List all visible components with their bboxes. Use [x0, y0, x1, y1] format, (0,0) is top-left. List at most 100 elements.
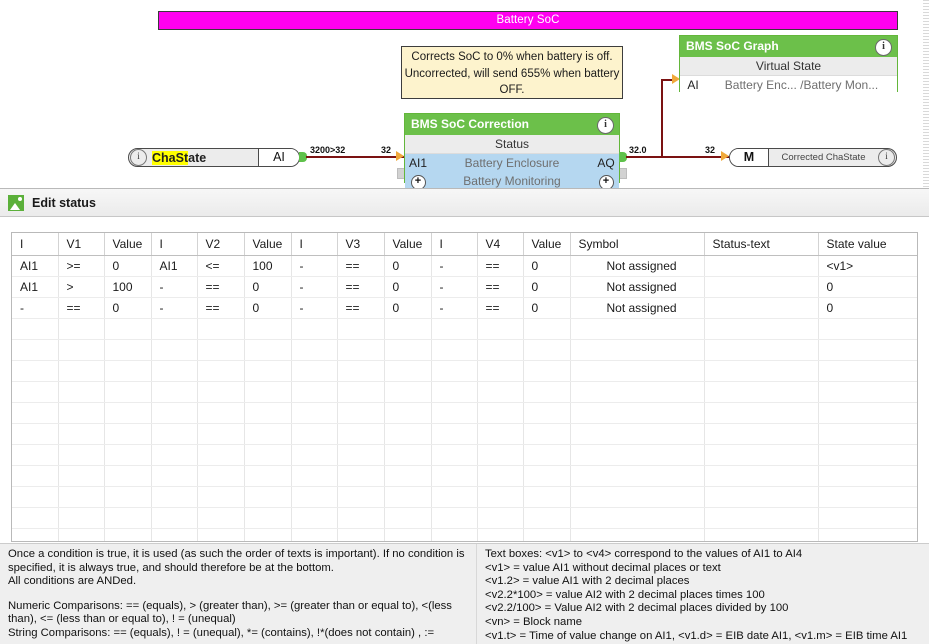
status-conditions-table[interactable]: I V1 Value I V2 Value I V3 Value I V4 Value Symbol St…	[11, 232, 918, 542]
table-cell-empty[interactable]	[58, 507, 105, 529]
table-cell-empty[interactable]	[477, 444, 524, 466]
object-corrected-chastate[interactable]: M Corrected ChaState i	[729, 148, 897, 167]
table-cell[interactable]: 0	[384, 255, 432, 277]
table-cell-empty[interactable]	[291, 339, 338, 361]
table-cell-empty[interactable]	[197, 339, 245, 361]
table-body[interactable]: AI1 >= 0 AI1 <= 100- == 0- == 0 Not assigned <v1> AI…	[12, 255, 917, 541]
table-header-cell[interactable]: Status-text	[704, 233, 819, 256]
table-cell-empty[interactable]	[523, 423, 571, 445]
info-icon[interactable]: i	[878, 149, 895, 166]
table-cell[interactable]: Not assigned	[570, 297, 705, 319]
table-cell-empty[interactable]	[197, 318, 245, 340]
table-cell-empty[interactable]	[12, 360, 59, 382]
table-cell-empty[interactable]	[151, 360, 198, 382]
table-cell-empty[interactable]	[12, 339, 59, 361]
table-cell-empty[interactable]	[151, 486, 198, 508]
block-bms-soc-graph[interactable]: BMS SoC Graph i Virtual State AI Battery…	[679, 35, 898, 94]
table-cell[interactable]: >	[58, 276, 105, 298]
table-cell[interactable]: 0	[384, 297, 432, 319]
table-cell[interactable]: ==	[337, 255, 385, 277]
table-cell-empty[interactable]	[704, 507, 819, 529]
table-cell[interactable]: ==	[477, 255, 524, 277]
table-cell-empty[interactable]	[477, 339, 524, 361]
table-cell-empty[interactable]	[104, 444, 152, 466]
table-cell-empty[interactable]	[151, 381, 198, 403]
table-cell-empty[interactable]	[570, 318, 705, 340]
table-cell-empty[interactable]	[337, 486, 385, 508]
table-cell[interactable]: AI1	[12, 255, 59, 277]
table-cell-empty[interactable]	[12, 318, 59, 340]
table-cell-empty[interactable]	[337, 318, 385, 340]
table-cell[interactable]: ==	[477, 297, 524, 319]
table-cell[interactable]: -	[431, 276, 478, 298]
table-cell-empty[interactable]	[244, 339, 292, 361]
table-cell[interactable]: <v1>	[818, 255, 917, 277]
table-cell[interactable]: AI1	[151, 255, 198, 277]
table-cell-empty[interactable]	[291, 528, 338, 541]
info-icon[interactable]: i	[597, 117, 614, 134]
table-cell-empty[interactable]	[431, 360, 478, 382]
table-cell-empty[interactable]	[151, 528, 198, 541]
table-cell[interactable]: 0	[818, 297, 917, 319]
table-cell-empty[interactable]	[477, 381, 524, 403]
info-icon[interactable]: i	[130, 149, 147, 166]
table-cell[interactable]: Not assigned	[570, 255, 705, 277]
table-cell[interactable]: 0	[104, 297, 152, 319]
table-header-cell[interactable]: Value	[384, 233, 432, 256]
table-row-empty[interactable]	[12, 528, 917, 541]
table-cell[interactable]: ==	[477, 276, 524, 298]
group-bar-battery-soc[interactable]: Battery SoC	[158, 11, 898, 30]
table-cell-empty[interactable]	[58, 528, 105, 541]
block-correction-output-pin[interactable]: AQ	[593, 156, 619, 170]
table-cell-empty[interactable]	[291, 507, 338, 529]
table-cell[interactable]: ==	[337, 276, 385, 298]
table-cell-empty[interactable]	[197, 507, 245, 529]
comment-note[interactable]: Corrects SoC to 0% when battery is off. …	[401, 46, 623, 99]
table-cell-empty[interactable]	[477, 360, 524, 382]
table-cell-empty[interactable]	[337, 465, 385, 487]
table-cell-empty[interactable]	[291, 423, 338, 445]
table-cell-empty[interactable]	[58, 318, 105, 340]
table-row[interactable]: - == 0- == 0- == 0- == 0 Not assigned 0	[12, 297, 917, 319]
table-row[interactable]: AI1 >100- == 0- == 0- == 0 Not assigned 0	[12, 276, 917, 298]
table-cell-empty[interactable]	[197, 465, 245, 487]
table-cell[interactable]: ==	[197, 297, 245, 319]
diagram-scrollbar[interactable]	[923, 0, 929, 188]
table-cell[interactable]	[704, 297, 819, 319]
table-cell-empty[interactable]	[291, 318, 338, 340]
table-cell-empty[interactable]	[477, 318, 524, 340]
table-cell-empty[interactable]	[570, 423, 705, 445]
table-cell-empty[interactable]	[818, 507, 917, 529]
table-cell-empty[interactable]	[431, 465, 478, 487]
table-cell[interactable]: -	[431, 297, 478, 319]
table-row[interactable]: AI1 >= 0 AI1 <= 100- == 0- == 0 Not assigned <v1>	[12, 255, 917, 277]
table-cell-empty[interactable]	[523, 360, 571, 382]
table-cell-empty[interactable]	[431, 444, 478, 466]
table-cell-empty[interactable]	[570, 381, 705, 403]
table-cell-empty[interactable]	[431, 507, 478, 529]
table-cell-empty[interactable]	[431, 486, 478, 508]
table-cell[interactable]: 0	[523, 297, 571, 319]
table-cell-empty[interactable]	[337, 381, 385, 403]
table-cell-empty[interactable]	[431, 402, 478, 424]
table-cell-empty[interactable]	[244, 528, 292, 541]
table-cell-empty[interactable]	[818, 318, 917, 340]
table-cell-empty[interactable]	[477, 507, 524, 529]
table-cell-empty[interactable]	[570, 528, 705, 541]
table-cell-empty[interactable]	[151, 465, 198, 487]
block-graph-input-pin[interactable]: AI	[680, 78, 706, 92]
table-cell-empty[interactable]	[431, 528, 478, 541]
table-cell[interactable]: ==	[58, 297, 105, 319]
table-cell-empty[interactable]	[58, 486, 105, 508]
table-cell[interactable]: 0	[523, 255, 571, 277]
table-header-cell[interactable]: V1	[58, 233, 105, 256]
table-cell-empty[interactable]	[58, 381, 105, 403]
table-cell-empty[interactable]	[477, 402, 524, 424]
table-cell-empty[interactable]	[570, 339, 705, 361]
table-cell-empty[interactable]	[477, 486, 524, 508]
table-cell-empty[interactable]	[337, 507, 385, 529]
table-cell-empty[interactable]	[384, 444, 432, 466]
table-cell-empty[interactable]	[570, 486, 705, 508]
table-cell-empty[interactable]	[104, 318, 152, 340]
table-cell-empty[interactable]	[244, 486, 292, 508]
